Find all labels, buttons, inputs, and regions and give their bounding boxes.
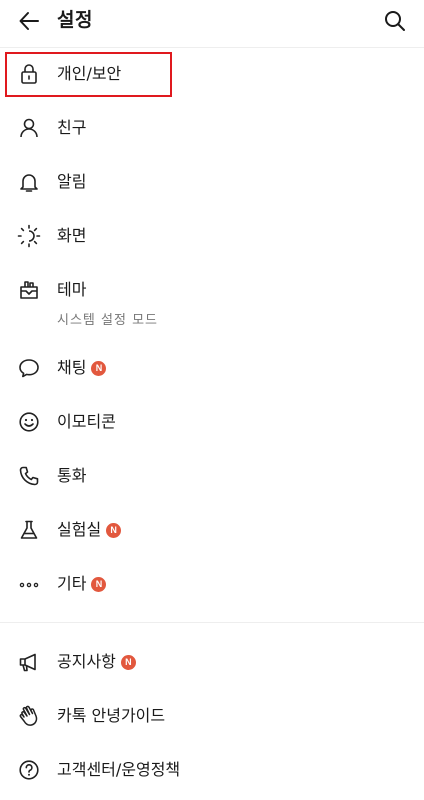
- highlight-box: [5, 52, 172, 97]
- hand-icon: [17, 704, 41, 728]
- menu-item-label: 이모티콘: [57, 412, 116, 431]
- back-button[interactable]: [16, 8, 42, 34]
- menu-item-emoticons[interactable]: 이모티콘: [0, 397, 424, 447]
- menu-item-label: 실험실 N: [57, 520, 122, 540]
- flask-icon: [17, 518, 41, 542]
- search-icon: [385, 11, 405, 31]
- brightness-icon: [17, 224, 41, 248]
- menu-item-label: 화면: [57, 226, 87, 245]
- menu-item-label: 통화: [57, 466, 87, 485]
- new-badge: N: [91, 576, 107, 592]
- page-title: 설정: [57, 9, 93, 31]
- smiley-icon: [17, 410, 41, 434]
- menu-item-support[interactable]: 고객센터/운영정책: [0, 745, 424, 795]
- menu-item-label: 기타 N: [57, 574, 107, 594]
- menu-item-theme[interactable]: 테마 시스템 설정 모드: [0, 265, 424, 337]
- menu-item-lab[interactable]: 실험실 N: [0, 505, 424, 555]
- more-icon: [17, 572, 41, 596]
- menu-item-guide[interactable]: 카톡 안녕가이드: [0, 691, 424, 741]
- menu-item-label: 테마: [57, 280, 87, 299]
- menu-item-label: 친구: [57, 118, 87, 137]
- new-badge: N: [91, 360, 107, 376]
- menu-item-notifications[interactable]: 알림: [0, 157, 424, 207]
- phone-icon: [17, 464, 41, 488]
- section-divider: [0, 622, 424, 623]
- megaphone-icon: [17, 650, 41, 674]
- menu-item-label: 카톡 안녕가이드: [57, 706, 166, 725]
- bell-icon: [17, 170, 41, 194]
- theme-icon: [17, 278, 41, 302]
- theme-mode-value: 시스템 설정 모드: [57, 313, 158, 328]
- menu-item-chat[interactable]: 채팅 N: [0, 343, 424, 393]
- menu-item-calls[interactable]: 통화: [0, 451, 424, 501]
- new-badge: N: [120, 654, 136, 670]
- menu-item-label: 채팅 N: [57, 358, 107, 378]
- menu-item-label: 알림: [57, 172, 87, 191]
- search-button[interactable]: [382, 8, 408, 34]
- new-badge: N: [106, 522, 122, 538]
- menu-item-display[interactable]: 화면: [0, 211, 424, 261]
- menu-item-etc[interactable]: 기타 N: [0, 559, 424, 609]
- help-icon: [17, 758, 41, 782]
- person-icon: [17, 116, 41, 140]
- menu-item-label: 공지사항 N: [57, 652, 136, 672]
- header-divider: [0, 47, 424, 48]
- menu-item-notices[interactable]: 공지사항 N: [0, 637, 424, 687]
- arrow-left-icon: [19, 12, 39, 30]
- menu-item-label: 고객센터/운영정책: [57, 760, 181, 779]
- chat-bubble-icon: [17, 356, 41, 380]
- header: 설정: [0, 0, 424, 44]
- menu-item-friends[interactable]: 친구: [0, 103, 424, 153]
